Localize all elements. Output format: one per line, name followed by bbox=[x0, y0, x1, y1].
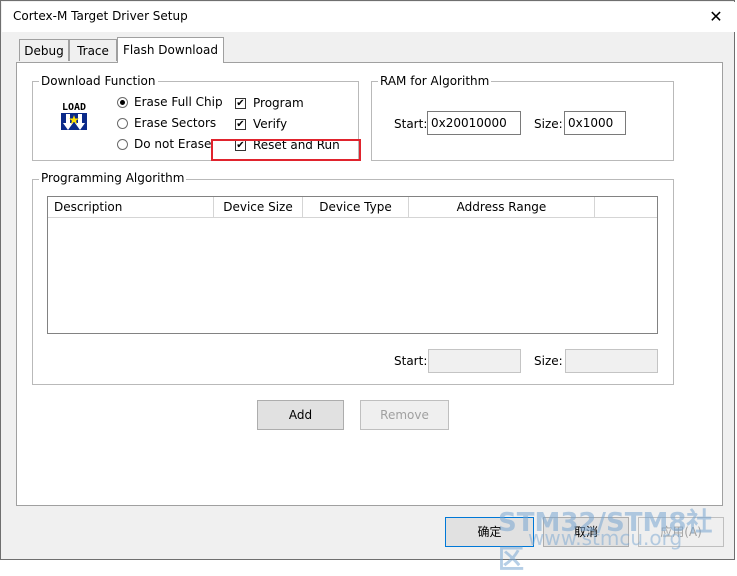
algo-size-label: Size: bbox=[534, 354, 563, 368]
do-not-erase-radio[interactable] bbox=[117, 139, 128, 150]
watermark-url: www.stmcu.org bbox=[528, 526, 683, 550]
ram-start-label: Start: bbox=[394, 117, 428, 131]
algo-start-label: Start: bbox=[394, 354, 428, 368]
verify-label[interactable]: Verify bbox=[253, 117, 287, 131]
tab-debug[interactable]: Debug bbox=[19, 39, 69, 61]
dialog-window: Cortex-M Target Driver Setup ✕ Debug Tra… bbox=[0, 0, 735, 560]
ram-size-label: Size: bbox=[534, 117, 563, 131]
column-header-filler bbox=[595, 197, 657, 218]
column-header-device-size[interactable]: Device Size bbox=[214, 197, 303, 218]
erase-full-chip-label[interactable]: Erase Full Chip bbox=[134, 95, 223, 109]
erase-full-chip-radio[interactable] bbox=[117, 97, 128, 108]
ram-start-input[interactable]: 0x20010000 bbox=[427, 111, 521, 135]
close-icon[interactable]: ✕ bbox=[705, 6, 727, 28]
tab-trace-label: Trace bbox=[77, 44, 109, 58]
column-header-device-type[interactable]: Device Type bbox=[303, 197, 409, 218]
tab-trace[interactable]: Trace bbox=[69, 39, 117, 61]
tab-flash-download[interactable]: Flash Download bbox=[117, 37, 224, 63]
highlight-annotation bbox=[211, 139, 361, 161]
remove-button[interactable]: Remove bbox=[360, 400, 449, 430]
erase-sectors-label[interactable]: Erase Sectors bbox=[134, 116, 216, 130]
svg-text:LOAD: LOAD bbox=[62, 102, 86, 113]
title-bar[interactable]: Cortex-M Target Driver Setup ✕ bbox=[2, 2, 735, 32]
add-button[interactable]: Add bbox=[257, 400, 344, 430]
ram-for-algorithm-title: RAM for Algorithm bbox=[378, 74, 492, 88]
column-header-description[interactable]: Description bbox=[48, 197, 214, 218]
do-not-erase-label[interactable]: Do not Erase bbox=[134, 137, 211, 151]
load-icon: LOAD bbox=[57, 99, 91, 133]
programming-algorithm-title: Programming Algorithm bbox=[39, 171, 187, 185]
verify-checkbox[interactable]: ✔ bbox=[235, 119, 246, 130]
algo-size-input[interactable] bbox=[565, 349, 658, 373]
ram-size-input[interactable]: 0x1000 bbox=[564, 111, 626, 135]
tab-debug-label: Debug bbox=[24, 44, 64, 58]
column-header-address-range[interactable]: Address Range bbox=[409, 197, 595, 218]
tab-flash-download-label: Flash Download bbox=[123, 43, 218, 57]
program-label[interactable]: Program bbox=[253, 96, 304, 110]
window-title: Cortex-M Target Driver Setup bbox=[13, 9, 188, 23]
algo-start-input[interactable] bbox=[428, 349, 521, 373]
program-checkbox[interactable]: ✔ bbox=[235, 98, 246, 109]
algorithm-list[interactable]: Description Device Size Device Type Addr… bbox=[47, 196, 658, 334]
erase-sectors-radio[interactable] bbox=[117, 118, 128, 129]
download-function-title: Download Function bbox=[39, 74, 158, 88]
